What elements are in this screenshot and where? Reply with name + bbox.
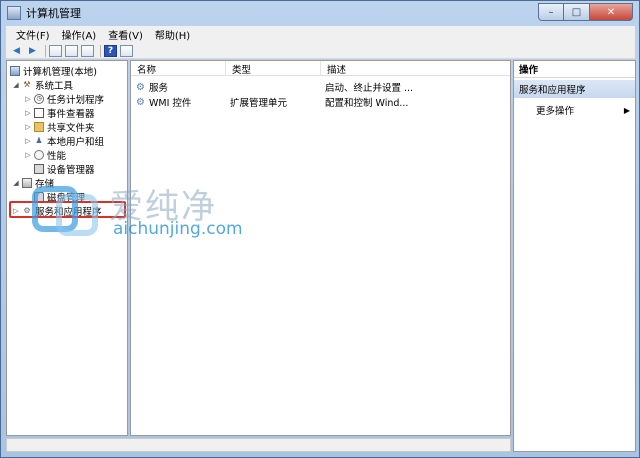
tree-label: 任务计划程序 [47, 94, 105, 106]
computer-icon [10, 65, 20, 76]
more-actions-label: 更多操作 [536, 106, 575, 117]
computer-management-window: 计算机管理 – □ ✕ 文件(F) 操作(A) 查看(V) 帮助(H) ◀ ▶ … [0, 0, 640, 458]
tree-item-shared-folders[interactable]: ▷ 共享文件夹 [24, 120, 95, 134]
actions-section-label: 服务和应用程序 [519, 85, 586, 96]
show-hide-tree-icon[interactable] [65, 44, 78, 57]
column-header-description[interactable]: 描述 [321, 61, 510, 76]
watermark-logo [32, 186, 98, 236]
services-icon: ⚙ [136, 81, 145, 93]
details-list[interactable]: 名称 类型 描述 ⚙ 服务 启动、终止并设置 ... ⚙ WMI 控件 扩展管理… [130, 60, 511, 436]
tree-item-device-manager[interactable]: 设备管理器 [34, 162, 95, 176]
export-list-icon[interactable] [81, 44, 94, 57]
row-name: 服务 [149, 83, 169, 94]
row-description: 启动、终止并设置 ... [325, 83, 414, 94]
row-description: 配置和控制 Wind... [325, 98, 409, 109]
actions-header: 操作 [514, 61, 635, 78]
menu-view[interactable]: 查看(V) [102, 27, 149, 42]
menu-file[interactable]: 文件(F) [10, 27, 56, 42]
column-header-type[interactable]: 类型 [226, 61, 321, 76]
tree-label: 设备管理器 [47, 164, 95, 176]
tree-label: 性能 [47, 150, 67, 162]
help-icon[interactable]: ? [104, 44, 117, 57]
row-type: 扩展管理单元 [230, 98, 288, 109]
title-bar[interactable]: 计算机管理 – □ ✕ [1, 1, 639, 25]
up-folder-icon[interactable] [49, 44, 62, 57]
back-arrow-icon[interactable]: ◀ [10, 45, 23, 57]
close-button[interactable]: ✕ [590, 3, 633, 21]
list-header: 名称 类型 描述 [131, 61, 510, 76]
maximize-button[interactable]: □ [564, 3, 590, 21]
app-icon [7, 6, 21, 20]
performance-icon [34, 149, 44, 160]
list-row[interactable]: ⚙ WMI 控件 扩展管理单元 配置和控制 Wind... [131, 95, 510, 110]
toolbar-separator [45, 44, 46, 57]
device-manager-icon [34, 163, 44, 174]
expand-arrow-icon[interactable]: ▷ [24, 137, 32, 145]
tree-item-performance[interactable]: ▷ 性能 [24, 148, 67, 162]
tools-icon: ⚒ [23, 80, 31, 89]
menu-bar: 文件(F) 操作(A) 查看(V) 帮助(H) [6, 26, 635, 43]
toolbar-separator [100, 44, 101, 57]
submenu-arrow-icon: ▶ [623, 105, 630, 115]
expand-arrow-icon[interactable]: ▷ [24, 151, 32, 159]
actions-pane: 操作 服务和应用程序 更多操作 ▶ [513, 60, 636, 452]
tree-item-event-viewer[interactable]: ▷ 事件查看器 [24, 106, 95, 120]
column-header-name[interactable]: 名称 [131, 61, 226, 76]
list-row[interactable]: ⚙ 服务 启动、终止并设置 ... [131, 80, 510, 95]
status-bar [6, 438, 511, 452]
wmi-control-icon: ⚙ [136, 96, 145, 108]
tree-item-system-tools[interactable]: ◢ ⚒ 系统工具 [12, 78, 74, 92]
tree-item-task-scheduler[interactable]: ▷ ◷ 任务计划程序 [24, 92, 105, 106]
tree-label: 本地用户和组 [47, 136, 105, 148]
more-actions-item[interactable]: 更多操作 ▶ [536, 103, 634, 118]
list-cell-name: ⚙ 服务 [131, 80, 226, 95]
tree-label: 系统工具 [35, 80, 74, 92]
list-cell-name: ⚙ WMI 控件 [131, 95, 226, 110]
expand-arrow-icon[interactable]: ▷ [24, 109, 32, 117]
window-controls: – □ ✕ [538, 3, 633, 21]
shared-folder-icon [34, 121, 44, 132]
minimize-button[interactable]: – [538, 3, 564, 21]
window-title: 计算机管理 [26, 7, 81, 20]
expand-arrow-icon[interactable]: ▷ [24, 123, 32, 131]
collapse-arrow-icon[interactable]: ◢ [12, 179, 20, 187]
users-icon: ♟ [35, 136, 43, 145]
event-log-icon [34, 107, 44, 118]
forward-arrow-icon[interactable]: ▶ [26, 45, 39, 57]
tree-item-local-users[interactable]: ▷ ♟ 本地用户和组 [24, 134, 105, 148]
tree-label: 计算机管理(本地) [23, 66, 97, 78]
menu-action[interactable]: 操作(A) [56, 27, 103, 42]
watermark-url: aichunjing.com [113, 219, 243, 239]
tree-item-root[interactable]: 计算机管理(本地) [10, 64, 97, 78]
console-tree[interactable]: 计算机管理(本地) ◢ ⚒ 系统工具 ▷ ◷ 任务计划程序 ▷ 事件查看器 ▷ … [6, 60, 128, 436]
actions-section[interactable]: 服务和应用程序 [514, 80, 635, 98]
clock-icon: ◷ [34, 93, 44, 104]
expand-arrow-icon[interactable]: ▷ [24, 95, 32, 103]
properties-icon[interactable] [120, 44, 133, 57]
collapse-arrow-icon[interactable]: ◢ [12, 81, 20, 89]
menu-help[interactable]: 帮助(H) [149, 27, 196, 42]
tree-label: 事件查看器 [47, 108, 95, 120]
row-name: WMI 控件 [149, 98, 192, 109]
tree-label: 共享文件夹 [47, 122, 95, 134]
toolbar: ◀ ▶ ? [6, 43, 635, 59]
